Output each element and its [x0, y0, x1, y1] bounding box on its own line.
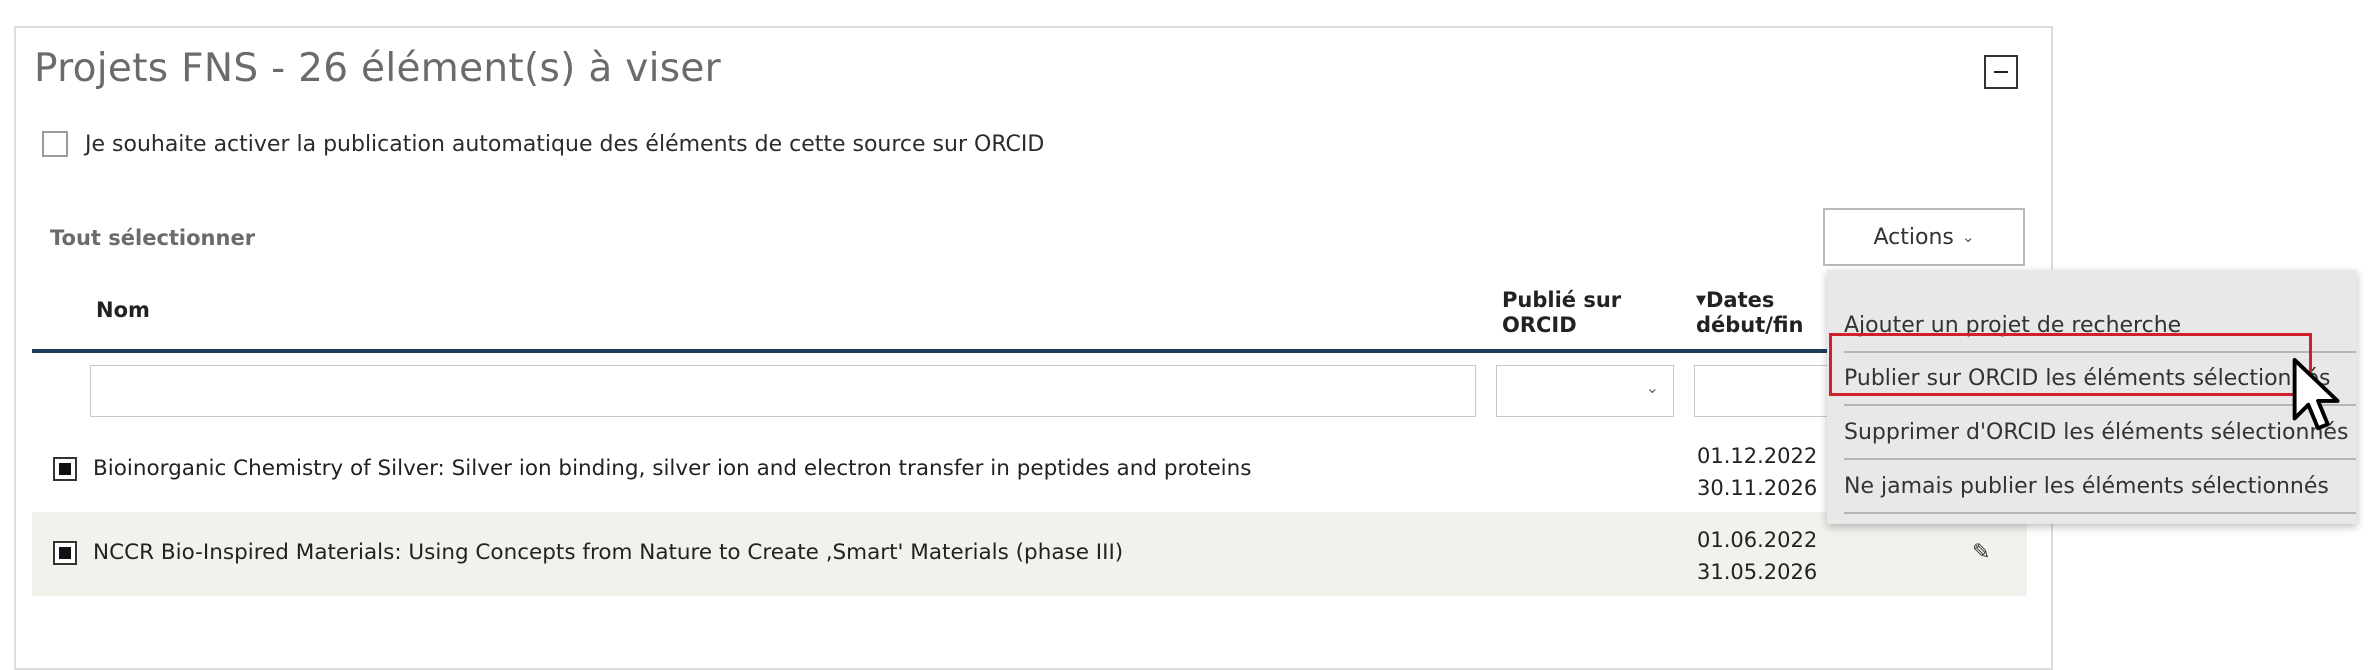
column-header-published[interactable]: Publié sur ORCID — [1502, 288, 1652, 338]
column-header-nom[interactable]: Nom — [96, 298, 150, 323]
table-row: NCCR Bio-Inspired Materials: Using Conce… — [32, 512, 2027, 596]
table-row: Bioinorganic Chemistry of Silver: Silver… — [32, 428, 2027, 512]
row-checkbox[interactable] — [53, 541, 77, 565]
dates-filter-input[interactable] — [1694, 365, 1834, 417]
row-start-date: 01.06.2022 — [1697, 528, 1818, 552]
published-filter-select[interactable]: ⌄ — [1496, 365, 1674, 417]
minus-box-icon — [1994, 71, 2008, 73]
auto-publish-label: Je souhaite activer la publication autom… — [85, 131, 1045, 157]
checkbox-fill — [59, 547, 71, 559]
header-rule — [32, 349, 2027, 353]
row-dates: 01.12.2022 30.11.2026 — [1697, 440, 1817, 504]
mouse-pointer-icon — [2292, 357, 2340, 431]
actions-dropdown-menu: Ajouter un projet de recherche Publier s… — [1827, 270, 2357, 524]
highlight-box — [1829, 333, 2312, 396]
chevron-down-icon: ⌄ — [1961, 228, 1975, 246]
panel-title: Projets FNS - 26 élément(s) à viser — [34, 46, 721, 91]
sort-desc-icon: ▼ — [1696, 293, 1706, 308]
auto-publish-row: Je souhaite activer la publication autom… — [42, 131, 1044, 157]
column-header-dates[interactable]: ▼Dates début/fin — [1696, 288, 1836, 338]
checkbox-fill — [59, 463, 71, 475]
row-name: NCCR Bio-Inspired Materials: Using Conce… — [93, 540, 1124, 565]
row-start-date: 01.12.2022 — [1697, 444, 1818, 468]
row-name: Bioinorganic Chemistry of Silver: Silver… — [93, 456, 1252, 481]
chevron-down-icon: ⌄ — [1645, 378, 1659, 397]
row-end-date: 30.11.2026 — [1697, 476, 1818, 500]
edit-icon[interactable]: ✎ — [1972, 540, 1990, 565]
menu-item-never-publish[interactable]: Ne jamais publier les éléments sélection… — [1844, 461, 2356, 514]
actions-button[interactable]: Actions ⌄ — [1823, 208, 2025, 266]
collapse-button[interactable] — [1984, 55, 2018, 89]
name-filter-input[interactable] — [90, 365, 1476, 417]
row-checkbox[interactable] — [53, 457, 77, 481]
column-header-dates-label: Dates début/fin — [1696, 288, 1804, 337]
row-dates: 01.06.2022 31.05.2026 — [1697, 524, 1817, 588]
menu-item-delete-selected[interactable]: Supprimer d'ORCID les éléments sélection… — [1844, 407, 2356, 460]
select-all-link[interactable]: Tout sélectionner — [50, 226, 255, 250]
row-end-date: 31.05.2026 — [1697, 560, 1818, 584]
actions-label: Actions — [1873, 224, 1954, 250]
auto-publish-checkbox[interactable] — [42, 131, 68, 157]
